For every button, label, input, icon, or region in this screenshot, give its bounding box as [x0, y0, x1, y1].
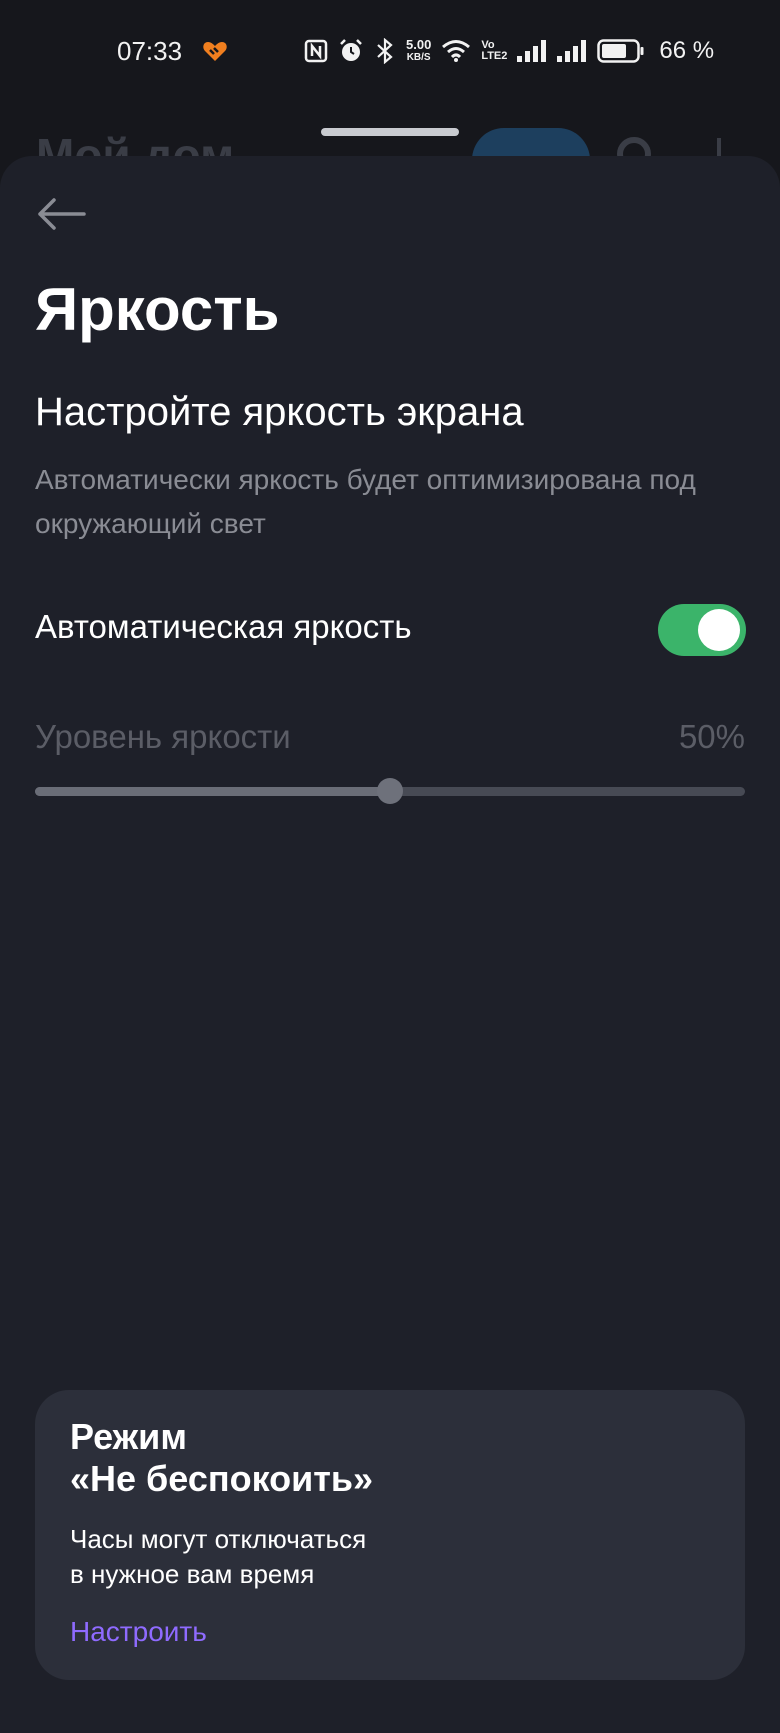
net-speed-unit: KB/S: [406, 52, 431, 63]
net-speed: 5.00 KB/S: [406, 38, 431, 64]
card-title: Режим «Не беспокоить»: [70, 1416, 670, 1500]
volte-indicator: Vo LTE2: [481, 40, 507, 62]
wifi-icon: [442, 40, 471, 62]
status-time: 07:33: [117, 36, 183, 66]
alarm-icon: [340, 39, 362, 61]
brightness-subtitle: Настройте яркость экрана: [35, 390, 524, 434]
card-text-line1: Часы могут отключаться: [70, 1524, 367, 1554]
do-not-disturb-card: Режим «Не беспокоить» Часы могут отключа…: [35, 1390, 745, 1680]
sheet-drag-handle[interactable]: [321, 128, 459, 136]
toggle-knob: [698, 609, 740, 651]
brightness-slider[interactable]: [35, 778, 745, 804]
signal-icon: [557, 40, 587, 62]
arrow-left-icon[interactable]: [36, 196, 86, 232]
brightness-level-value: 50%: [678, 718, 745, 755]
auto-brightness-label: Автоматическая яркость: [35, 608, 412, 645]
card-title-line1: Режим: [70, 1416, 187, 1457]
volte-bottom: LTE2: [481, 50, 508, 62]
status-icons: 5.00 KB/S Vo LTE2 66 %: [304, 34, 714, 68]
heart-app-icon: [203, 42, 227, 61]
auto-brightness-toggle[interactable]: [658, 604, 746, 656]
battery-icon: [597, 39, 644, 63]
card-title-line2: «Не беспокоить»: [70, 1458, 374, 1499]
brightness-description: Автоматически яркость будет оптимизирова…: [35, 464, 696, 539]
slider-fill: [35, 787, 390, 796]
card-text: Часы могут отключаться в нужное вам врем…: [70, 1522, 670, 1592]
configure-link[interactable]: Настроить: [70, 1616, 207, 1648]
slider-thumb[interactable]: [377, 778, 403, 804]
card-text-line2: в нужное вам время: [70, 1559, 315, 1589]
brightness-level-label: Уровень яркости: [35, 718, 291, 755]
bluetooth-icon: [377, 38, 393, 64]
net-speed-value: 5.00: [406, 37, 432, 52]
signal-icon: [517, 40, 547, 62]
status-bar: 07:33 5.00 KB/S Vo LTE2 66 %: [0, 0, 780, 100]
page-title: Яркость: [35, 276, 280, 343]
battery-percent: 66 %: [659, 37, 715, 64]
nfc-icon: [304, 39, 328, 63]
